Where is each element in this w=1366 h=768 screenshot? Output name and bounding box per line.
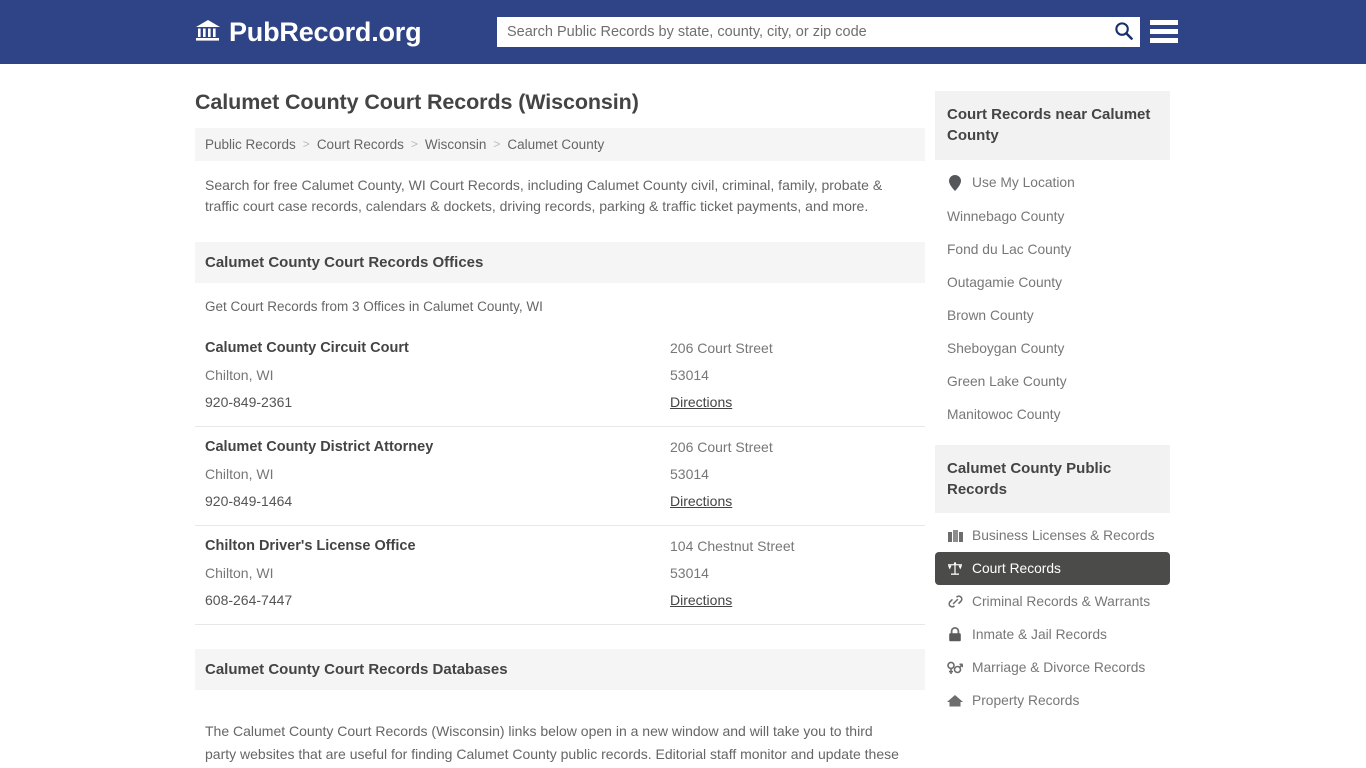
public-records-list: Business Licenses & Records Court Record… xyxy=(935,513,1170,717)
breadcrumb-item-court-records[interactable]: Court Records xyxy=(317,137,404,152)
sidebar-item-label: Winnebago County xyxy=(947,208,1065,224)
office-name: Chilton Driver's License Office xyxy=(205,538,416,555)
office-street: 104 Chestnut Street xyxy=(670,538,795,555)
office-directions-link[interactable]: Directions xyxy=(670,592,732,608)
sidebar-item-inmate-jail-records[interactable]: Inmate & Jail Records xyxy=(935,618,1170,651)
breadcrumb-separator-icon: > xyxy=(302,137,310,152)
search-input[interactable] xyxy=(497,18,1106,46)
sidebar-item-winnebago-county[interactable]: Winnebago County xyxy=(935,200,1170,233)
offices-list: Calumet County Circuit Court Chilton, WI… xyxy=(195,328,925,626)
sidebar-item-label: Green Lake County xyxy=(947,373,1067,389)
briefcase-icon xyxy=(947,529,963,543)
public-records-panel-heading: Calumet County Public Records xyxy=(935,444,1170,514)
main-content: Calumet County Court Records (Wisconsin)… xyxy=(195,64,925,768)
search-icon xyxy=(1114,21,1133,43)
office-phone: 920-849-1464 xyxy=(205,493,293,510)
office-zip: 53014 xyxy=(670,367,709,384)
office-phone: 608-264-7447 xyxy=(205,592,293,609)
sidebar-item-marriage-divorce-records[interactable]: Marriage & Divorce Records xyxy=(935,651,1170,684)
intro-paragraph: Search for free Calumet County, WI Court… xyxy=(205,176,883,215)
sidebar-item-criminal-records[interactable]: Criminal Records & Warrants xyxy=(935,585,1170,618)
sidebar-item-use-my-location[interactable]: Use My Location xyxy=(935,166,1170,200)
office-zip: 53014 xyxy=(670,565,709,582)
page-title: Calumet County Court Records (Wisconsin) xyxy=(195,90,639,114)
sidebar-item-label: Property Records xyxy=(972,693,1080,709)
scales-of-justice-icon xyxy=(947,561,963,576)
house-icon xyxy=(947,694,963,707)
sidebar-item-label: Inmate & Jail Records xyxy=(972,627,1107,643)
breadcrumb-item-calumet-county[interactable]: Calumet County xyxy=(507,137,604,152)
office-row: Calumet County District Attorney Chilton… xyxy=(195,427,925,527)
chain-link-icon xyxy=(947,594,963,609)
brand-text: PubRecord.org xyxy=(229,16,422,47)
page-body: Calumet County Court Records (Wisconsin)… xyxy=(0,64,1366,768)
sidebar-item-label: Criminal Records & Warrants xyxy=(972,594,1151,610)
sidebar-item-label: Sheboygan County xyxy=(947,340,1065,356)
databases-section-heading: Calumet County Court Records Databases xyxy=(195,649,925,691)
office-primary-info: Chilton Driver's License Office Chilton,… xyxy=(205,538,670,610)
sidebar-item-label: Use My Location xyxy=(972,175,1075,191)
office-street: 206 Court Street xyxy=(670,439,773,456)
sidebar-item-label: Business Licenses & Records xyxy=(972,528,1155,544)
office-primary-info: Calumet County Circuit Court Chilton, WI… xyxy=(205,340,670,412)
sidebar-item-green-lake-county[interactable]: Green Lake County xyxy=(935,365,1170,398)
nearby-panel-heading: Court Records near Calumet County xyxy=(935,91,1170,160)
sidebar-item-label: Brown County xyxy=(947,307,1034,323)
office-primary-info: Calumet County District Attorney Chilton… xyxy=(205,439,670,511)
breadcrumb-item-public-records[interactable]: Public Records xyxy=(205,137,296,152)
hamburger-bar xyxy=(1150,38,1178,43)
hamburger-menu-icon[interactable] xyxy=(1150,18,1178,45)
padlock-icon xyxy=(947,627,963,642)
office-address-info: 104 Chestnut Street 53014 Directions xyxy=(670,538,915,610)
nearby-counties-panel: Court Records near Calumet County Use My… xyxy=(935,91,1170,431)
office-name: Calumet County District Attorney xyxy=(205,439,434,456)
sidebar-item-manitowoc-county[interactable]: Manitowoc County xyxy=(935,398,1170,431)
search-bar[interactable] xyxy=(497,17,1140,47)
databases-description: The Calumet County Court Records (Wiscon… xyxy=(205,723,899,768)
office-directions-link[interactable]: Directions xyxy=(670,394,732,410)
site-logo[interactable]: PubRecord.org xyxy=(195,16,422,47)
office-row: Calumet County Circuit Court Chilton, WI… xyxy=(195,328,925,428)
sidebar-item-label: Marriage & Divorce Records xyxy=(972,660,1146,676)
offices-section-heading: Calumet County Court Records Offices xyxy=(195,242,925,284)
hamburger-bar xyxy=(1150,20,1178,25)
office-address-info: 206 Court Street 53014 Directions xyxy=(670,340,915,412)
office-directions-link[interactable]: Directions xyxy=(670,493,732,509)
site-header: PubRecord.org xyxy=(0,0,1366,64)
sidebar-item-outagamie-county[interactable]: Outagamie County xyxy=(935,266,1170,299)
sidebar-item-label: Fond du Lac County xyxy=(947,241,1072,257)
office-address-info: 206 Court Street 53014 Directions xyxy=(670,439,915,511)
office-city: Chilton, WI xyxy=(205,367,274,384)
map-pin-icon xyxy=(947,174,963,191)
search-button[interactable] xyxy=(1106,17,1140,47)
sidebar-item-fond-du-lac-county[interactable]: Fond du Lac County xyxy=(935,233,1170,266)
public-records-panel: Calumet County Public Records Business L… xyxy=(935,444,1170,718)
office-street: 206 Court Street xyxy=(670,340,773,357)
bank-building-icon xyxy=(195,18,221,47)
office-city: Chilton, WI xyxy=(205,565,274,582)
breadcrumb: Public Records > Court Records > Wiscons… xyxy=(195,127,925,161)
sidebar-item-label: Manitowoc County xyxy=(947,406,1061,422)
sidebar-item-label: Court Records xyxy=(972,561,1061,577)
sidebar-item-property-records[interactable]: Property Records xyxy=(935,684,1170,717)
offices-section-subheading: Get Court Records from 3 Offices in Calu… xyxy=(205,299,543,315)
breadcrumb-separator-icon: > xyxy=(410,137,418,152)
office-city: Chilton, WI xyxy=(205,466,274,483)
sidebar-item-court-records[interactable]: Court Records xyxy=(935,552,1170,586)
office-phone: 920-849-2361 xyxy=(205,394,293,411)
breadcrumb-separator-icon: > xyxy=(493,137,501,152)
sidebar-item-brown-county[interactable]: Brown County xyxy=(935,299,1170,332)
gender-symbols-icon xyxy=(947,660,963,675)
nearby-counties-list: Use My Location Winnebago County Fond du… xyxy=(935,160,1170,431)
hamburger-bar xyxy=(1150,29,1178,34)
breadcrumb-item-wisconsin[interactable]: Wisconsin xyxy=(425,137,487,152)
sidebar: Court Records near Calumet County Use My… xyxy=(935,64,1170,768)
office-zip: 53014 xyxy=(670,466,709,483)
sidebar-item-sheboygan-county[interactable]: Sheboygan County xyxy=(935,332,1170,365)
sidebar-item-business-licenses[interactable]: Business Licenses & Records xyxy=(935,519,1170,552)
office-row: Chilton Driver's License Office Chilton,… xyxy=(195,526,925,626)
sidebar-item-label: Outagamie County xyxy=(947,274,1063,290)
office-name: Calumet County Circuit Court xyxy=(205,340,409,357)
